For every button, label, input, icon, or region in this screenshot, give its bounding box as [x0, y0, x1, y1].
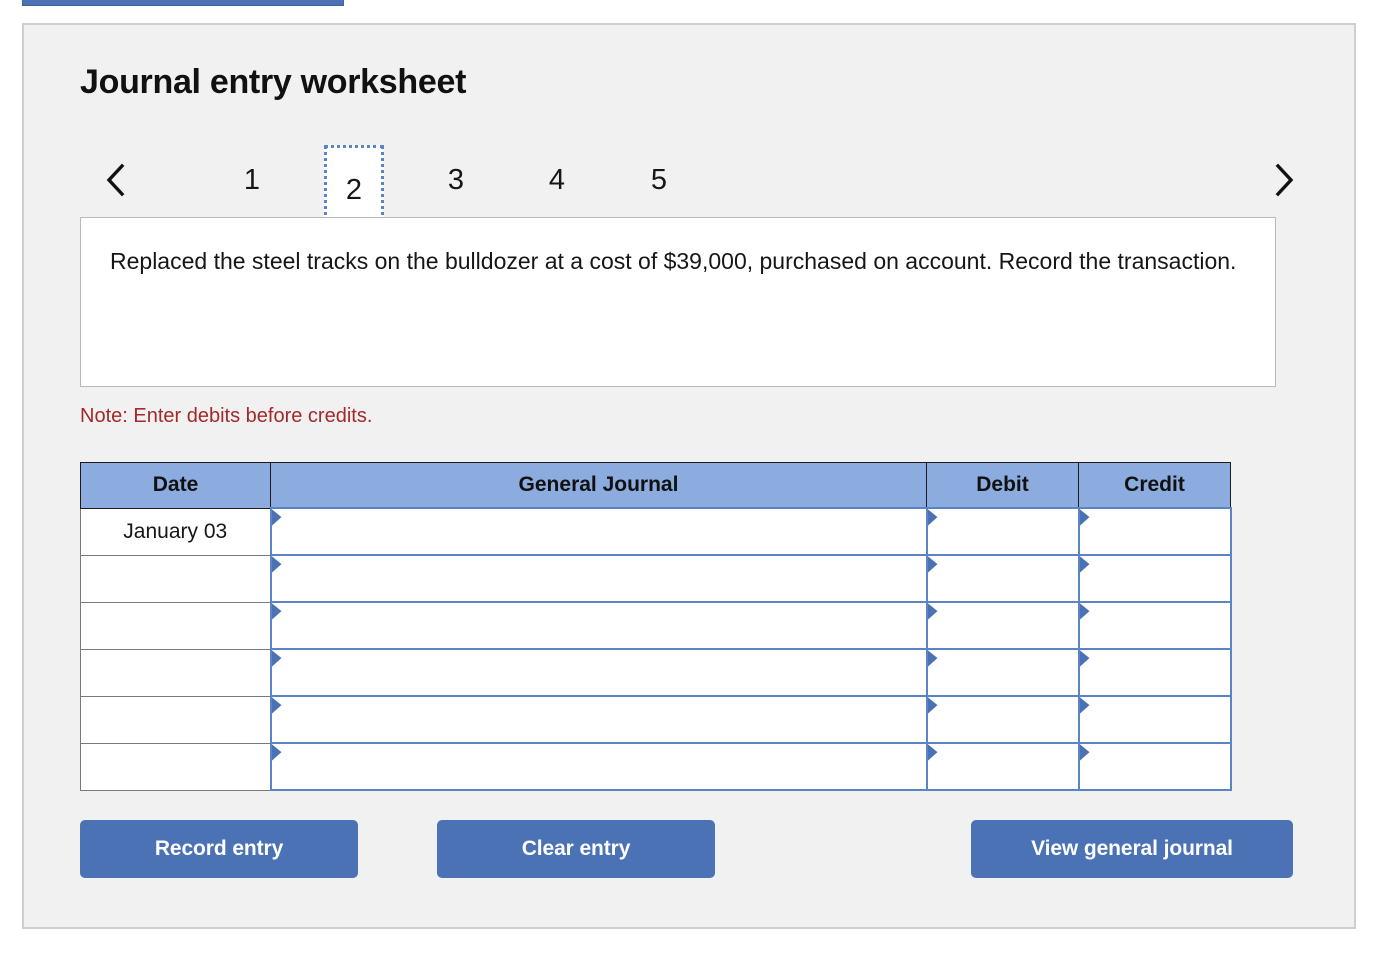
transaction-description-text: Replaced the steel tracks on the bulldoz… [110, 248, 1237, 274]
credit-input[interactable] [1079, 650, 1230, 695]
column-header-date: Date [80, 462, 271, 509]
view-general-journal-button[interactable]: View general journal [971, 820, 1293, 878]
debit-cell[interactable] [925, 554, 1080, 603]
general-journal-input[interactable] [271, 650, 926, 695]
clear-entry-button[interactable]: Clear entry [437, 820, 715, 878]
general-journal-cell[interactable] [269, 742, 928, 791]
general-journal-input[interactable] [271, 509, 926, 554]
credit-cell[interactable] [1077, 742, 1232, 791]
credit-cell[interactable] [1077, 554, 1232, 603]
chevron-left-icon[interactable] [94, 155, 138, 205]
credit-cell[interactable] [1077, 648, 1232, 697]
general-journal-cell[interactable] [269, 601, 928, 650]
debit-input[interactable] [927, 509, 1078, 554]
credit-input[interactable] [1079, 697, 1230, 742]
column-header-credit: Credit [1078, 462, 1231, 509]
general-journal-cell[interactable] [269, 554, 928, 603]
debit-cell[interactable] [925, 742, 1080, 791]
date-cell[interactable]: January 03 [80, 507, 271, 556]
date-cell[interactable] [80, 601, 271, 650]
general-journal-input[interactable] [271, 697, 926, 742]
date-cell[interactable] [80, 648, 271, 697]
page-title: Journal entry worksheet [80, 63, 467, 101]
debit-cell[interactable] [925, 507, 1080, 556]
record-entry-button[interactable]: Record entry [80, 820, 358, 878]
date-cell[interactable] [80, 695, 271, 744]
date-cell[interactable] [80, 554, 271, 603]
debit-input[interactable] [927, 697, 1078, 742]
date-cell[interactable] [80, 742, 271, 791]
pager-page-1[interactable]: 1 [222, 151, 282, 209]
debit-cell[interactable] [925, 648, 1080, 697]
table-row [80, 648, 1232, 697]
pager-page-5[interactable]: 5 [629, 151, 689, 209]
credit-input[interactable] [1079, 603, 1230, 648]
credit-input[interactable] [1079, 744, 1230, 789]
worksheet-panel: Journal entry worksheet 1 2 3 4 5 Replac… [22, 23, 1356, 929]
table-row [80, 695, 1232, 744]
worksheet-screen: Journal entry worksheet 1 2 3 4 5 Replac… [0, 0, 1386, 962]
debit-input[interactable] [927, 556, 1078, 601]
debits-before-credits-note: Note: Enter debits before credits. [80, 405, 373, 427]
pager-page-3[interactable]: 3 [426, 151, 486, 209]
chevron-right-icon[interactable] [1262, 155, 1306, 205]
general-journal-input[interactable] [271, 556, 926, 601]
column-header-general-journal: General Journal [270, 462, 927, 509]
table-row [80, 554, 1232, 603]
table-row [80, 742, 1232, 791]
general-journal-cell[interactable] [269, 507, 928, 556]
general-journal-cell[interactable] [269, 695, 928, 744]
general-journal-input[interactable] [271, 744, 926, 789]
credit-input[interactable] [1079, 556, 1230, 601]
pager-page-4[interactable]: 4 [527, 151, 587, 209]
general-journal-cell[interactable] [269, 648, 928, 697]
transaction-description-box: Replaced the steel tracks on the bulldoz… [80, 217, 1276, 387]
debit-input[interactable] [927, 650, 1078, 695]
debit-input[interactable] [927, 603, 1078, 648]
credit-cell[interactable] [1077, 601, 1232, 650]
debit-cell[interactable] [925, 695, 1080, 744]
pagination-bar: 1 2 3 4 5 [74, 137, 1314, 235]
journal-entry-table: Date General Journal Debit Credit Januar… [80, 462, 1232, 791]
column-header-debit: Debit [926, 462, 1079, 509]
table-row: January 03 [80, 507, 1232, 556]
general-journal-input[interactable] [271, 603, 926, 648]
credit-input[interactable] [1079, 509, 1230, 554]
table-header-row: Date General Journal Debit Credit [80, 462, 1231, 509]
table-row [80, 601, 1232, 650]
debit-input[interactable] [927, 744, 1078, 789]
top-tab-stub[interactable] [22, 0, 344, 6]
credit-cell[interactable] [1077, 507, 1232, 556]
credit-cell[interactable] [1077, 695, 1232, 744]
debit-cell[interactable] [925, 601, 1080, 650]
